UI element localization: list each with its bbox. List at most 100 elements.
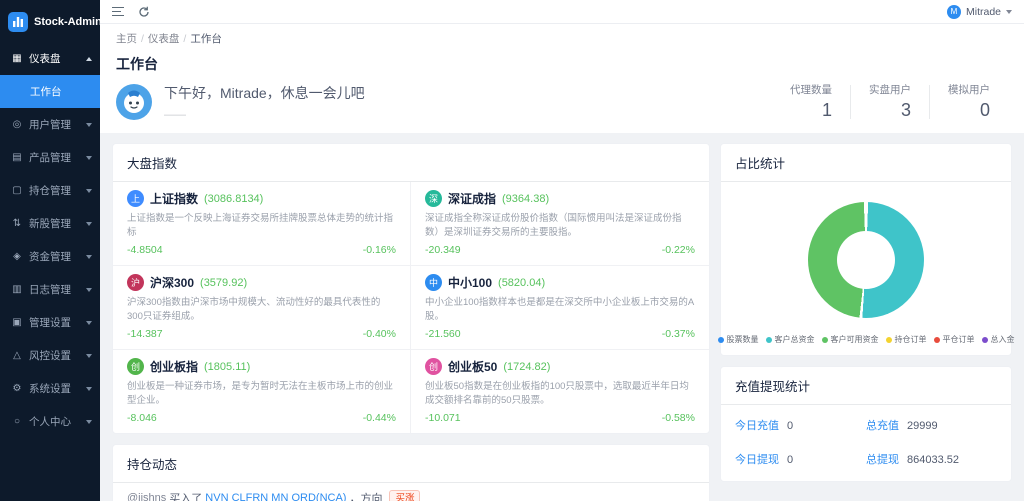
funds-icon: ◈ [13, 251, 21, 262]
products-icon: ▤ [12, 152, 22, 163]
sidebar-item-positions[interactable]: ▢ 持仓管理 [0, 174, 100, 207]
stat-today-deposit: 今日充值 0 [735, 420, 794, 432]
donut-chart [808, 202, 924, 318]
breadcrumb-home[interactable]: 主页 [116, 33, 137, 45]
index-change-pct: -0.16% [362, 244, 396, 256]
chevron-down-icon [86, 353, 92, 358]
legend-item-stock-count[interactable]: 股票数量 [717, 334, 759, 345]
collapse-sidebar-icon[interactable] [112, 6, 124, 17]
chevron-down-icon [86, 221, 92, 226]
app-root: Stock-Admin ▦ 仪表盘 工作台 ◎ 用户管理 ▤ 产品管理 ▢ 持仓… [0, 0, 1024, 501]
page-title: 工作台 [116, 56, 158, 72]
index-card-chinext: 创 创业板指 (1805.11) 创业板是一种证券市场，是专为暂时无法在主板市场… [113, 350, 411, 433]
index-card-sse: 上 上证指数 (3086.8134) 上证指数是一个反映上海证券交易所挂牌股票总… [113, 182, 411, 266]
index-change: -20.349 [425, 244, 461, 256]
greeting-avatar [116, 83, 152, 120]
legend-item-total-deposit[interactable]: 总入金 [981, 334, 1015, 345]
gear-icon: ⚙ [12, 383, 22, 394]
chevron-down-icon [86, 122, 92, 127]
index-change-pct: -0.40% [362, 328, 396, 340]
panel-market-indices-title: 大盘指数 [113, 144, 709, 182]
index-change: -21.560 [425, 328, 461, 340]
sidebar-item-logs[interactable]: ▥ 日志管理 [0, 273, 100, 306]
users-icon: ◎ [12, 119, 22, 130]
breadcrumb-dashboard[interactable]: 仪表盘 [148, 33, 180, 45]
index-icon: 深 [425, 190, 442, 207]
index-card-sme100: 中 中小100 (5820.04) 中小企业100指数样本也是都是在深交所中小企… [411, 266, 709, 350]
legend-item-available-funds[interactable]: 客户可用资金 [821, 334, 879, 345]
app-title: Stock-Admin [34, 16, 102, 28]
chevron-down-icon [1006, 9, 1012, 14]
risk-icon: △ [13, 350, 21, 361]
new-stocks-icon: ⇅ [12, 218, 22, 229]
panel-deposit-stats-title: 充值提现统计 [721, 367, 1011, 405]
sidebar-item-dashboard[interactable]: ▦ 仪表盘 [0, 42, 100, 75]
chart-legend: 股票数量 客户总资金 客户可用资金 持仓订单 平仓订单 总入金 [717, 334, 1015, 345]
sidebar-item-users[interactable]: ◎ 用户管理 [0, 108, 100, 141]
sidebar: Stock-Admin ▦ 仪表盘 工作台 ◎ 用户管理 ▤ 产品管理 ▢ 持仓… [0, 0, 102, 501]
stat-agents: 代理数量 1 [790, 84, 832, 120]
legend-item-open-orders[interactable]: 持仓订单 [885, 334, 927, 345]
chevron-down-icon [86, 155, 92, 160]
index-icon: 创 [127, 358, 144, 375]
logs-icon: ▥ [12, 284, 22, 295]
top-navbar: M Mitrade [100, 0, 1024, 24]
user-avatar: M [946, 4, 961, 19]
panel-ratio-stats-title: 占比统计 [721, 144, 1011, 182]
stat-demo-users: 模拟用户 0 [948, 84, 990, 120]
main-area: M Mitrade 主页 / 仪表盘 / 工作台 工作台 下午好，Mitrade… [100, 0, 1024, 501]
sidebar-item-system-settings[interactable]: ⚙ 系统设置 [0, 372, 100, 405]
index-change: -4.8504 [127, 244, 163, 256]
stock-link[interactable]: NVN CLFRN MN ORD(NCA) [205, 492, 346, 501]
legend-dot [933, 336, 940, 343]
index-card-chinext50: 创 创业板50 (1724.82) 创业板50指数是在创业板指的100只股票中，… [425, 358, 695, 424]
header-stats: 代理数量 1 实盘用户 3 模拟用户 0 [772, 82, 1008, 121]
chevron-down-icon [86, 320, 92, 325]
legend-dot [765, 336, 772, 343]
panel-deposit-stats: 充值提现统计 今日充值 0 总充值 29999 今日提现 0 总提现 86403… [720, 366, 1012, 482]
sidebar-item-risk-settings[interactable]: △ 风控设置 [0, 339, 100, 372]
page-content: 主页 / 仪表盘 / 工作台 工作台 下午好，Mitrade，休息一会儿吧 ——… [100, 24, 1024, 501]
sidebar-item-admin-settings[interactable]: ▣ 管理设置 [0, 306, 100, 339]
stat-total-withdraw: 总提现 864033.52 [866, 454, 959, 466]
app-logo: Stock-Admin [0, 0, 102, 42]
stat-total-deposit: 总充值 29999 [866, 420, 938, 432]
panel-market-indices: 大盘指数 上 上证指数 (3086.8134) 上证指数是一个反映上海证券交易所… [112, 143, 710, 434]
chevron-down-icon [86, 287, 92, 292]
legend-dot [821, 336, 828, 343]
position-item: @jishns 买入了 NVN CLFRN MN ORD(NCA) ，方向 买涨… [113, 483, 709, 501]
index-change-pct: -0.37% [661, 328, 695, 340]
index-card-szse: 深 深证成指 (9364.38) 深证成指全称深证成份股价指数（国际惯用叫法是深… [411, 182, 709, 266]
page-header: 主页 / 仪表盘 / 工作台 工作台 下午好，Mitrade，休息一会儿吧 ——… [100, 24, 1024, 133]
index-card-csi300: 沪 沪深300 (3579.92) 沪深300指数由沪深市场中规模大、流动性好的… [113, 266, 411, 350]
stat-today-withdraw: 今日提现 0 [735, 454, 794, 466]
index-icon: 中 [425, 274, 442, 291]
legend-dot [717, 336, 724, 343]
sidebar-subitem-workbench[interactable]: 工作台 [0, 75, 100, 108]
legend-item-closed-orders[interactable]: 平仓订单 [933, 334, 975, 345]
chevron-down-icon [86, 419, 92, 424]
chevron-down-icon [86, 254, 92, 259]
sidebar-item-new-stocks[interactable]: ⇅ 新股管理 [0, 207, 100, 240]
sidebar-item-profile[interactable]: ○ 个人中心 [0, 405, 100, 438]
panel-position-feed: 持仓动态 @jishns 买入了 NVN CLFRN MN ORD(NCA) ，… [112, 444, 710, 501]
greeting-subtext: —— [164, 108, 186, 121]
dashboard-icon: ▦ [12, 53, 22, 64]
direction-badge: 买涨 [389, 490, 421, 501]
sidebar-item-funds[interactable]: ◈ 资金管理 [0, 240, 100, 273]
breadcrumb: 主页 / 仪表盘 / 工作台 [116, 33, 222, 45]
legend-dot [981, 336, 988, 343]
index-change: -8.046 [127, 412, 157, 424]
chevron-up-icon [86, 56, 92, 61]
panel-position-feed-title: 持仓动态 [113, 445, 709, 483]
breadcrumb-current: 工作台 [190, 33, 222, 45]
refresh-icon[interactable] [138, 6, 150, 18]
sidebar-item-products[interactable]: ▤ 产品管理 [0, 141, 100, 174]
panel-ratio-stats: 占比统计 股票数量 客户总资金 客户可用资金 持仓订单 平仓订单 总入金 [717, 143, 1015, 356]
positions-icon: ▢ [12, 185, 22, 196]
user-icon: ○ [13, 416, 21, 427]
user-menu[interactable]: M Mitrade [946, 4, 1012, 19]
legend-item-total-funds[interactable]: 客户总资金 [765, 334, 815, 345]
chevron-down-icon [86, 188, 92, 193]
index-change: -14.387 [127, 328, 163, 340]
